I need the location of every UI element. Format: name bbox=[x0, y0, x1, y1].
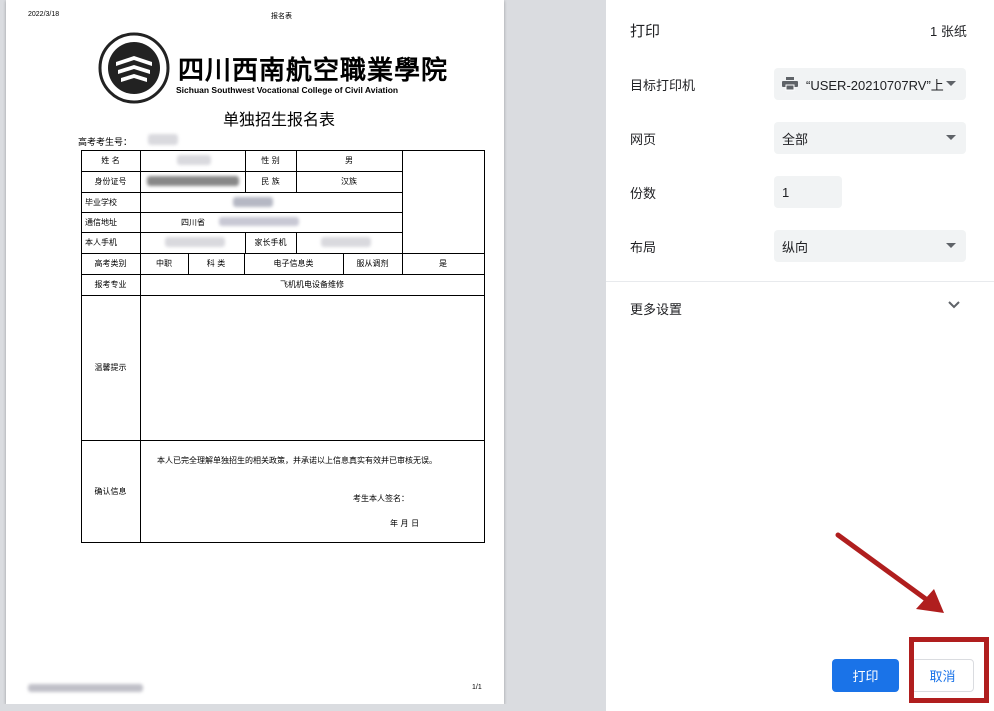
pages-select[interactable]: 全部 bbox=[774, 122, 966, 154]
annotation-highlight-box bbox=[909, 637, 989, 703]
print-button[interactable]: 打印 bbox=[832, 659, 899, 692]
cell-major-value: 飞机机电设备维修 bbox=[280, 280, 344, 289]
page-header-date: 2022/3/18 bbox=[28, 11, 60, 18]
school-name-cn: 四川西南航空職業學院 bbox=[178, 56, 449, 86]
exam-number-label: 高考考生号： bbox=[78, 138, 133, 148]
cell-gender-label: 性 别 bbox=[261, 156, 280, 165]
pages-label: 网页 bbox=[630, 132, 657, 147]
copies-input[interactable]: 1 bbox=[774, 176, 842, 208]
redacted-phone bbox=[165, 237, 225, 247]
more-settings-label: 更多设置 bbox=[630, 302, 683, 317]
page-footer-number: 1/1 bbox=[472, 684, 482, 691]
sheet-count: 1 张纸 bbox=[930, 24, 967, 39]
chevron-down-icon bbox=[946, 135, 956, 140]
redacted-school bbox=[233, 197, 273, 207]
copies-value: 1 bbox=[782, 184, 790, 200]
cell-tips-label: 温馨提示 bbox=[94, 363, 127, 372]
cell-ethnicity-value: 汉族 bbox=[341, 177, 357, 186]
cell-phone-label: 本人手机 bbox=[85, 238, 117, 247]
copies-label: 份数 bbox=[630, 186, 657, 201]
cell-category-label: 高考类别 bbox=[94, 259, 127, 268]
printer-icon bbox=[782, 77, 798, 91]
cell-signature-label: 考生本人签名： bbox=[353, 493, 409, 503]
cell-confirm-text: 本人已完全理解单独招生的相关政策，并承诺以上信息真实有效并已审核无误。 bbox=[157, 455, 437, 465]
redacted-id bbox=[147, 176, 239, 186]
redacted-address bbox=[219, 217, 299, 226]
page-footer-url bbox=[28, 684, 143, 692]
printer-value: “USER-20210707RV”上 bbox=[806, 77, 944, 93]
cell-ethnicity-label: 民 族 bbox=[261, 177, 280, 186]
school-logo bbox=[98, 32, 170, 104]
print-dialog-title: 打印 bbox=[630, 23, 661, 40]
cell-confirm-label: 确认信息 bbox=[94, 486, 127, 496]
printer-label: 目标打印机 bbox=[630, 78, 696, 93]
divider bbox=[606, 281, 994, 282]
more-settings-toggle[interactable]: 更多设置 bbox=[606, 286, 994, 326]
layout-value: 纵向 bbox=[782, 239, 809, 255]
cell-adjust-label: 服从调剂 bbox=[356, 259, 389, 268]
cell-parent-phone-label: 家长手机 bbox=[254, 238, 287, 247]
cell-name-label: 姓 名 bbox=[101, 156, 120, 165]
redacted-exam-number bbox=[148, 134, 178, 145]
print-preview-area: 2022/3/18 报名表 四川西南航空職業學院 Sichuan Southwe… bbox=[0, 0, 780, 711]
form-title: 单独招生报名表 bbox=[223, 110, 336, 129]
cell-category-value3: 电子信息类 bbox=[273, 259, 314, 268]
cell-address-value: 四川省 bbox=[181, 217, 205, 227]
chevron-down-icon bbox=[948, 301, 960, 309]
cell-date-label: 年 月 日 bbox=[390, 518, 420, 528]
cell-gender-value: 男 bbox=[345, 156, 353, 165]
printer-select[interactable]: “USER-20210707RV”上 bbox=[774, 68, 966, 100]
school-name-en: Sichuan Southwest Vocational College of … bbox=[176, 85, 399, 95]
pages-value: 全部 bbox=[782, 131, 809, 147]
cell-major-label: 报考专业 bbox=[94, 280, 127, 289]
cell-category-value1: 中职 bbox=[156, 259, 172, 268]
annotation-arrow bbox=[835, 532, 944, 613]
cell-address-label: 通信地址 bbox=[85, 217, 117, 227]
redacted-parent-phone bbox=[321, 237, 371, 247]
layout-label: 布局 bbox=[630, 240, 657, 255]
preview-page: 2022/3/18 报名表 四川西南航空職業學院 Sichuan Southwe… bbox=[6, 0, 504, 704]
registration-table: 姓 名 性 别 男 身份证号 民 族 汉族 毕业学校 通信地址 四川省 本人手机… bbox=[81, 150, 485, 543]
layout-select[interactable]: 纵向 bbox=[774, 230, 966, 262]
redacted-name bbox=[177, 155, 211, 165]
cell-id-label: 身份证号 bbox=[94, 177, 127, 186]
cell-adjust-value: 是 bbox=[439, 259, 447, 268]
chevron-down-icon bbox=[946, 243, 956, 248]
cell-category-value2: 科 类 bbox=[206, 259, 226, 268]
cell-school-label: 毕业学校 bbox=[85, 197, 117, 207]
chevron-down-icon bbox=[946, 81, 956, 86]
page-header-title: 报名表 bbox=[271, 13, 292, 20]
